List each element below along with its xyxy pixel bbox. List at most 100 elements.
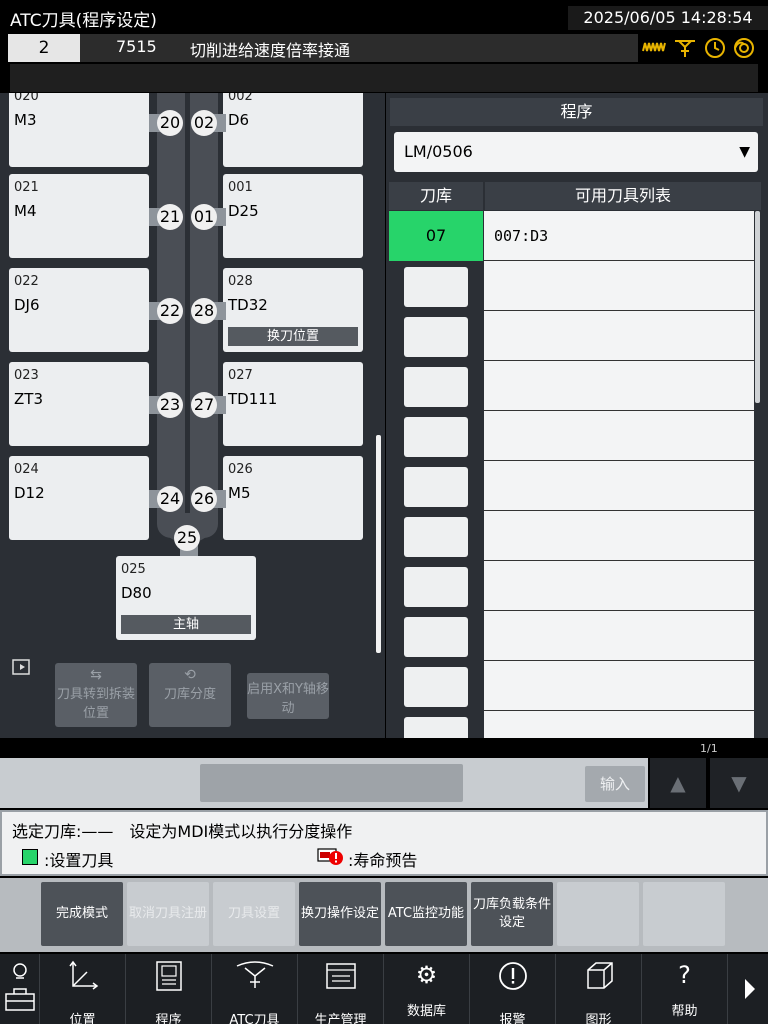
magazine-cell-active[interactable]: 07	[389, 211, 483, 261]
magazine-cell[interactable]	[404, 317, 468, 357]
enable-xy-move-button[interactable]: 启用X和Y轴移动	[247, 673, 329, 719]
magazine-cell[interactable]	[404, 567, 468, 607]
page-up-button[interactable]: ▲	[650, 758, 706, 808]
tool-name: D12	[14, 484, 45, 502]
magazine-cell[interactable]	[404, 717, 468, 738]
list-divider	[484, 410, 754, 411]
pot-number: 21	[157, 204, 183, 230]
list-divider	[484, 360, 754, 361]
softkey-tool-setting[interactable]: 刀具设置	[213, 882, 295, 946]
nav-label: 位置	[69, 1013, 96, 1024]
program-select[interactable]: LM/0506 ▼	[394, 132, 758, 172]
tool-card[interactable]: 021 M4	[9, 174, 149, 258]
tool-list-scrollbar[interactable]	[755, 211, 760, 403]
magazine-cell[interactable]	[404, 267, 468, 307]
nav-help[interactable]: ? 帮助	[642, 954, 728, 1024]
softkey-empty[interactable]	[643, 882, 725, 946]
nav-program[interactable]: 程序	[126, 954, 212, 1024]
nav-alarm[interactable]: 报警	[470, 954, 556, 1024]
magazine-cell[interactable]	[404, 467, 468, 507]
data-input-field[interactable]	[200, 764, 463, 802]
tool-card[interactable]: 023 ZT3	[9, 362, 149, 446]
softkey-finish-mode[interactable]: 完成模式	[41, 882, 123, 946]
set-tool-legend-text: :设置刀具	[44, 851, 114, 870]
bottom-navigation: 位置 程序 ATC刀具 生产管理 ⚙ 数据库 报警 图形 ? 帮助	[0, 954, 768, 1024]
input-button[interactable]: 输入	[585, 766, 645, 802]
tool-number: 024	[14, 462, 39, 477]
tool-number: 026	[228, 462, 253, 477]
nav-label: 生产管理	[314, 1013, 367, 1024]
life-warning-icon	[317, 846, 347, 866]
tool-number: 002	[228, 93, 253, 104]
message-bar	[10, 64, 758, 92]
pot-number: 01	[191, 204, 217, 230]
softkey-tool-change-settings[interactable]: 换刀操作设定	[299, 882, 381, 946]
magazine-column-header: 刀库	[389, 182, 483, 210]
magazine-cell[interactable]	[404, 517, 468, 557]
pot-number: 27	[191, 392, 217, 418]
nav-lamp-toolbox[interactable]	[0, 954, 40, 1024]
magazine-cell[interactable]	[404, 417, 468, 457]
tool-number: 020	[14, 93, 39, 104]
tool-card[interactable]: 002 D6	[223, 93, 363, 167]
magazine-index-button[interactable]: ⟲ 刀库分度	[149, 663, 231, 727]
tool-card[interactable]: 020 M3	[9, 93, 149, 167]
tool-number: 023	[14, 368, 39, 383]
tool-name: M4	[14, 202, 37, 220]
spindle-tool-card[interactable]: 025 D80 主轴	[116, 556, 256, 640]
list-divider	[484, 260, 754, 261]
nav-graphics[interactable]: 图形	[556, 954, 642, 1024]
tool-number: 021	[14, 180, 39, 195]
softkey-empty[interactable]	[557, 882, 639, 946]
list-divider	[484, 510, 754, 511]
nav-atc-tool[interactable]: ATC刀具	[212, 954, 298, 1024]
panel-expand-icon[interactable]	[12, 659, 34, 677]
page-indicator: 1/1	[700, 742, 718, 755]
list-divider	[484, 310, 754, 311]
program-number: 2	[8, 34, 80, 62]
tool-card[interactable]: 028 TD32 换刀位置	[223, 268, 363, 352]
status-message: 切削进给速度倍率接通	[190, 41, 351, 60]
pot-number: 24	[157, 486, 183, 512]
nav-database[interactable]: ⚙ 数据库	[384, 954, 470, 1024]
available-tool-list[interactable]: 007:D3	[484, 211, 754, 738]
title-bar: ATC刀具(程序设定) 2025/06/05 14:28:54	[0, 0, 768, 34]
nav-label: 程序	[155, 1013, 182, 1024]
nav-label: ATC刀具	[229, 1013, 280, 1024]
life-warning-legend-text: :寿命预告	[348, 851, 418, 870]
nav-label: 报警	[499, 1013, 526, 1024]
tool-card[interactable]: 022 DJ6	[9, 268, 149, 352]
magazine-scrollbar[interactable]	[376, 435, 381, 653]
magazine-actions: ⇆ 刀具转到拆装位置 ⟲ 刀库分度 启用X和Y轴移动	[0, 653, 385, 738]
nav-production[interactable]: 生产管理	[298, 954, 384, 1024]
wave-icon	[641, 37, 667, 59]
softkey-magazine-load-conditions[interactable]: 刀库负载条件设定	[471, 882, 553, 946]
program-header: 程序	[390, 98, 763, 126]
pot-number: 02	[191, 110, 217, 136]
tool-card[interactable]: 001 D25	[223, 174, 363, 258]
nav-position[interactable]: 位置	[40, 954, 126, 1024]
magazine-cell[interactable]	[404, 617, 468, 657]
set-tool-legend-swatch	[22, 849, 38, 865]
rotate-to-load-position-button[interactable]: ⇆ 刀具转到拆装位置	[55, 663, 137, 727]
tool-name: M3	[14, 111, 37, 129]
magazine-cell[interactable]	[404, 667, 468, 707]
softkey-atc-monitor[interactable]: ATC监控功能	[385, 882, 467, 946]
page-down-button[interactable]: ▼	[710, 758, 768, 808]
tool-card[interactable]: 027 TD111	[223, 362, 363, 446]
softkey-cancel-tool-registration[interactable]: 取消刀具注册	[127, 882, 209, 946]
nav-next-arrow[interactable]	[732, 954, 768, 1024]
chevron-down-icon: ▼	[739, 144, 750, 160]
program-panel: 程序 LM/0506 ▼ 刀库 可用刀具列表 07 007:D3	[386, 93, 768, 738]
magazine-map: 020 M3 20 021 M4 21 022 DJ6 22 023 ZT3 2…	[0, 93, 385, 653]
list-divider	[484, 610, 754, 611]
magazine-cell[interactable]	[404, 367, 468, 407]
tool-card[interactable]: 026 M5	[223, 456, 363, 540]
datetime: 2025/06/05 14:28:54	[568, 6, 768, 30]
input-area: 输入	[0, 758, 648, 808]
tool-card[interactable]: 024 D12	[9, 456, 149, 540]
list-item[interactable]: 007:D3	[494, 227, 548, 245]
index-icon: ⟲	[184, 667, 196, 683]
program-select-value: LM/0506	[404, 142, 473, 161]
tool-name: D80	[121, 584, 152, 602]
